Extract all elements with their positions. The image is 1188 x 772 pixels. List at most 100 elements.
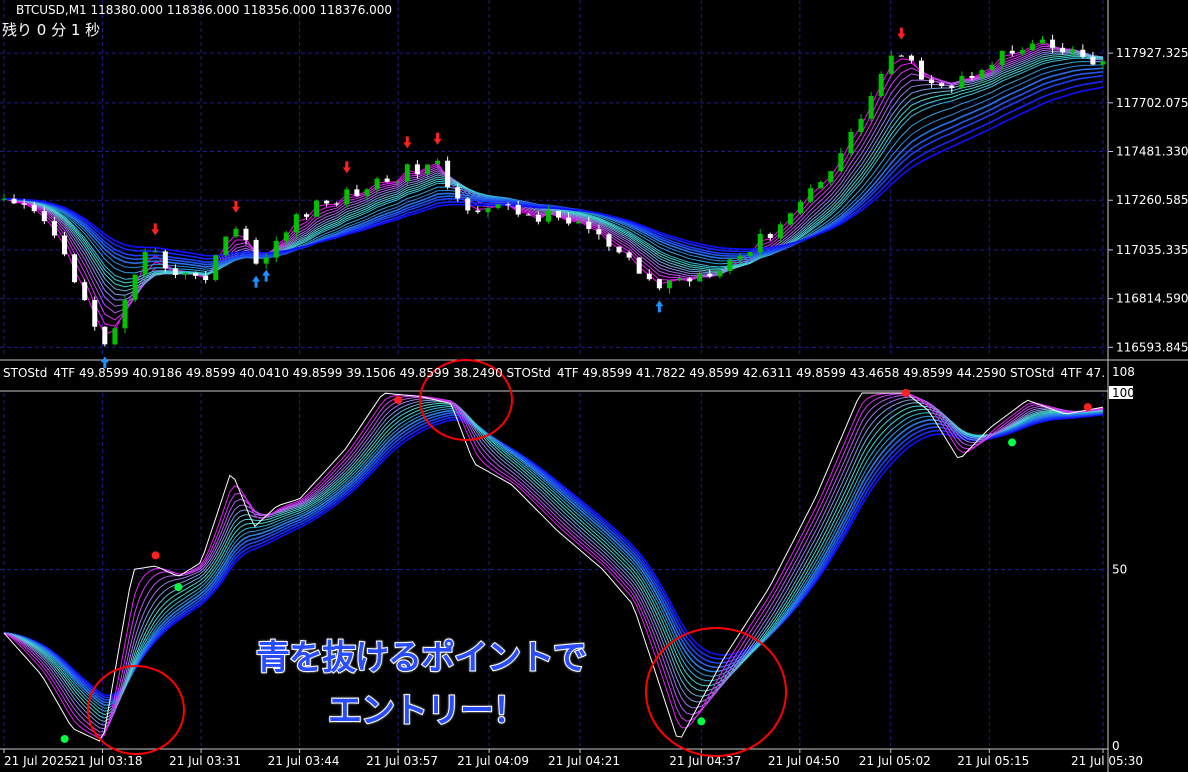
chart-canvas: 117927.325 117702.075 117481.330 117260.585…: [0, 0, 1188, 772]
candle-body: [999, 50, 1005, 65]
time-tick-label: 21 Jul 05:30: [1071, 754, 1143, 768]
candle-body: [777, 224, 783, 238]
candle: [636, 256, 642, 274]
ma-line: [3, 60, 1104, 274]
candle: [888, 50, 894, 75]
callout-line-2: エントリー！: [327, 690, 528, 732]
candle-body: [949, 86, 955, 88]
candle-body: [747, 252, 753, 256]
price-tick-label: 116593.845: [1116, 340, 1188, 354]
candle-body: [576, 221, 582, 224]
candle-body: [787, 213, 793, 225]
ma-ribbon: [3, 41, 1104, 336]
candle-body: [374, 178, 380, 190]
candle-body: [929, 79, 935, 84]
candle: [293, 212, 299, 238]
candle-body: [1, 198, 7, 200]
ma-line: [3, 43, 1104, 327]
candle-body: [152, 251, 158, 253]
candle-body: [959, 75, 965, 88]
symbol-info: BTCUSD,M1 118380.000 118386.000 118356.0…: [16, 3, 393, 17]
sell-arrow-icon: [897, 27, 906, 40]
price-tick-label: 116814.590: [1116, 292, 1188, 306]
candle-body: [545, 210, 551, 222]
signal-dot: [151, 551, 160, 560]
candle-body: [556, 210, 562, 218]
price-tick-label: 117927.325: [1116, 46, 1188, 60]
time-tick-label: 21 Jul 2025: [4, 754, 72, 768]
candle-body: [898, 55, 904, 57]
signal-dot: [697, 717, 706, 726]
candle-body: [505, 204, 511, 206]
candle-body: [112, 328, 118, 345]
candle-body: [182, 272, 188, 275]
candle-body: [72, 254, 78, 283]
stochastic-line: [3, 392, 1104, 742]
candle: [324, 199, 330, 207]
candle-body: [535, 214, 541, 222]
time-tick-label: 21 Jul 05:02: [859, 754, 931, 768]
candle-body: [878, 73, 884, 97]
indicator-values: STOStd_4TF 49.8599 40.9186 49.8599 40.04…: [3, 367, 1105, 379]
candle-body: [566, 217, 572, 224]
candle: [1090, 51, 1096, 66]
candle: [656, 278, 662, 291]
stochastic-line: [3, 394, 1104, 733]
candle-body: [606, 234, 612, 247]
signal-dot: [174, 583, 183, 592]
candle: [273, 236, 279, 263]
candle: [61, 232, 67, 257]
candle: [102, 326, 108, 347]
candle-body: [798, 201, 804, 214]
candle-body: [757, 233, 763, 253]
candle: [495, 203, 501, 210]
candle-body: [818, 182, 824, 189]
candle-body: [233, 228, 239, 237]
candle-body: [1009, 50, 1015, 54]
candle-body: [172, 268, 178, 275]
candle: [818, 180, 824, 189]
candle: [717, 270, 723, 279]
sell-arrow-icon: [433, 132, 442, 145]
candle-body: [495, 204, 501, 209]
candle: [727, 258, 733, 275]
candle-body: [868, 96, 874, 119]
candle: [556, 210, 562, 221]
osc-tick-label: 0: [1112, 739, 1120, 753]
candle: [646, 269, 652, 281]
ma-line: [3, 45, 1104, 321]
price-tick-label: 117702.075: [1116, 96, 1188, 110]
candle-body: [666, 280, 672, 289]
candle-body: [908, 55, 914, 61]
candle-body: [334, 203, 340, 205]
ma-line: [3, 64, 1104, 270]
price-tick-label: 117035.335: [1116, 243, 1188, 257]
candle-body: [838, 153, 844, 172]
sell-arrow-icon: [151, 223, 160, 236]
stochastic-line: [3, 392, 1104, 739]
price-tick-label: 117260.585: [1116, 193, 1188, 207]
candle: [1029, 39, 1035, 51]
candle: [868, 92, 874, 122]
candle-body: [808, 188, 814, 202]
candle-body: [727, 259, 733, 272]
candle-body: [424, 164, 430, 175]
candle: [666, 279, 672, 294]
candle: [475, 205, 481, 214]
candle: [384, 175, 390, 183]
candle-body: [979, 70, 985, 78]
candle-body: [515, 204, 521, 215]
candle-body: [848, 131, 854, 154]
signal-dot: [1083, 403, 1092, 412]
candle-body: [354, 189, 360, 196]
candle-body: [939, 83, 945, 87]
candle: [213, 254, 219, 282]
candle: [798, 199, 804, 215]
candle-body: [616, 246, 622, 253]
time-tick-label: 21 Jul 05:15: [957, 754, 1029, 768]
candle-body: [223, 236, 229, 256]
candle: [354, 184, 360, 198]
candle-body: [697, 273, 703, 282]
candle-body: [132, 274, 138, 300]
candle: [223, 235, 229, 257]
